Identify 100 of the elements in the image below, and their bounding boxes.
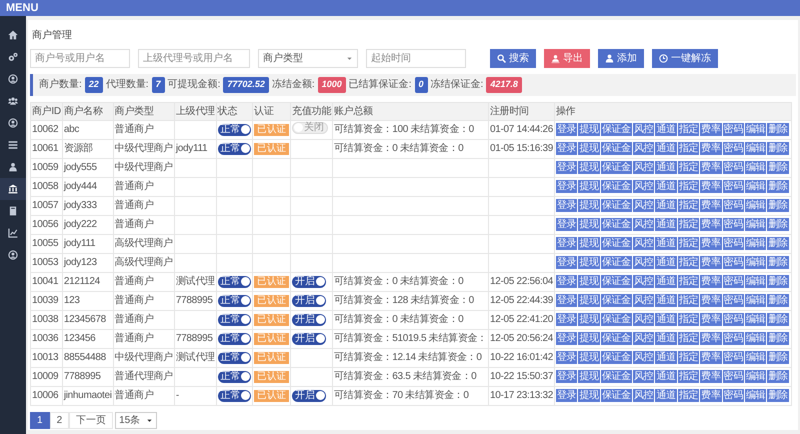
- action-button[interactable]: 登录: [556, 332, 578, 345]
- action-button[interactable]: 通道: [655, 237, 678, 250]
- sidebar-item[interactable]: [0, 178, 26, 200]
- action-button[interactable]: 删除: [767, 313, 790, 326]
- action-button[interactable]: 保证金: [600, 370, 633, 383]
- action-button[interactable]: 提现: [578, 275, 601, 288]
- action-button[interactable]: 编辑: [744, 332, 768, 345]
- status-toggle[interactable]: 正常: [218, 294, 252, 306]
- action-button[interactable]: 指定: [678, 389, 700, 402]
- action-button[interactable]: 保证金: [600, 142, 633, 155]
- action-button[interactable]: 费率: [700, 218, 723, 231]
- action-button[interactable]: 通道: [655, 218, 678, 231]
- recharge-toggle[interactable]: 开启: [292, 390, 326, 402]
- action-button[interactable]: 风控: [632, 237, 656, 250]
- action-button[interactable]: 风控: [632, 294, 656, 307]
- action-button[interactable]: 通道: [655, 275, 678, 288]
- action-button[interactable]: 费率: [700, 256, 723, 269]
- action-button[interactable]: 指定: [678, 218, 700, 231]
- action-button[interactable]: 删除: [767, 389, 790, 402]
- action-button[interactable]: 通道: [655, 123, 678, 136]
- action-button[interactable]: 登录: [556, 256, 578, 269]
- action-button[interactable]: 提现: [578, 370, 601, 383]
- action-button[interactable]: 登录: [556, 351, 578, 364]
- recharge-toggle[interactable]: 开启: [292, 314, 326, 326]
- status-toggle[interactable]: 正常: [218, 352, 252, 364]
- action-button[interactable]: 登录: [556, 389, 578, 402]
- action-button[interactable]: 保证金: [600, 275, 633, 288]
- action-button[interactable]: 密码: [722, 237, 745, 250]
- toolbar-button[interactable]: 一键解冻: [652, 49, 718, 68]
- input-field[interactable]: 上级代理号或用户名: [138, 49, 250, 68]
- select-field[interactable]: 商户类型: [258, 49, 358, 68]
- action-button[interactable]: 编辑: [744, 199, 768, 212]
- action-button[interactable]: 费率: [700, 237, 723, 250]
- action-button[interactable]: 编辑: [744, 389, 768, 402]
- action-button[interactable]: 保证金: [600, 218, 633, 231]
- action-button[interactable]: 删除: [767, 180, 790, 193]
- action-button[interactable]: 密码: [722, 142, 745, 155]
- action-button[interactable]: 提现: [578, 199, 601, 212]
- action-button[interactable]: 指定: [678, 332, 700, 345]
- action-button[interactable]: 提现: [578, 237, 601, 250]
- recharge-toggle[interactable]: 关闭: [292, 122, 328, 134]
- action-button[interactable]: 风控: [632, 199, 656, 212]
- action-button[interactable]: 密码: [722, 313, 745, 326]
- action-button[interactable]: 删除: [767, 351, 790, 364]
- action-button[interactable]: 保证金: [600, 161, 633, 174]
- action-button[interactable]: 指定: [678, 256, 700, 269]
- action-button[interactable]: 删除: [767, 275, 790, 288]
- action-button[interactable]: 费率: [700, 199, 723, 212]
- status-toggle[interactable]: 正常: [218, 332, 252, 344]
- action-button[interactable]: 通道: [655, 199, 678, 212]
- page-button[interactable]: 2: [50, 412, 70, 428]
- action-button[interactable]: 编辑: [744, 294, 768, 307]
- status-toggle[interactable]: 正常: [218, 276, 252, 288]
- action-button[interactable]: 保证金: [600, 389, 633, 402]
- action-button[interactable]: 提现: [578, 180, 601, 193]
- action-button[interactable]: 保证金: [600, 351, 633, 364]
- action-button[interactable]: 风控: [632, 370, 656, 383]
- action-button[interactable]: 指定: [678, 237, 700, 250]
- status-toggle[interactable]: 正常: [218, 124, 252, 136]
- action-button[interactable]: 提现: [578, 218, 601, 231]
- action-button[interactable]: 删除: [767, 161, 790, 174]
- action-button[interactable]: 费率: [700, 370, 723, 383]
- action-button[interactable]: 提现: [578, 161, 601, 174]
- status-toggle[interactable]: 正常: [218, 390, 252, 402]
- action-button[interactable]: 费率: [700, 180, 723, 193]
- action-button[interactable]: 编辑: [744, 275, 768, 288]
- action-button[interactable]: 删除: [767, 256, 790, 269]
- action-button[interactable]: 费率: [700, 123, 723, 136]
- action-button[interactable]: 风控: [632, 389, 656, 402]
- action-button[interactable]: 风控: [632, 351, 656, 364]
- action-button[interactable]: 费率: [700, 332, 723, 345]
- action-button[interactable]: 删除: [767, 294, 790, 307]
- recharge-toggle[interactable]: 开启: [292, 294, 326, 306]
- action-button[interactable]: 费率: [700, 142, 723, 155]
- status-toggle[interactable]: 正常: [218, 314, 252, 326]
- action-button[interactable]: 风控: [632, 218, 656, 231]
- action-button[interactable]: 风控: [632, 142, 656, 155]
- action-button[interactable]: 编辑: [744, 313, 768, 326]
- action-button[interactable]: 指定: [678, 313, 700, 326]
- action-button[interactable]: 指定: [678, 275, 700, 288]
- action-button[interactable]: 保证金: [600, 313, 633, 326]
- action-button[interactable]: 指定: [678, 123, 700, 136]
- action-button[interactable]: 指定: [678, 370, 700, 383]
- action-button[interactable]: 保证金: [600, 123, 633, 136]
- action-button[interactable]: 提现: [578, 142, 601, 155]
- action-button[interactable]: 保证金: [600, 256, 633, 269]
- action-button[interactable]: 提现: [578, 294, 601, 307]
- action-button[interactable]: 删除: [767, 218, 790, 231]
- action-button[interactable]: 删除: [767, 332, 790, 345]
- action-button[interactable]: 指定: [678, 180, 700, 193]
- action-button[interactable]: 密码: [722, 199, 745, 212]
- action-button[interactable]: 费率: [700, 313, 723, 326]
- action-button[interactable]: 密码: [722, 218, 745, 231]
- toolbar-button[interactable]: 添加: [598, 49, 644, 68]
- action-button[interactable]: 提现: [578, 351, 601, 364]
- action-button[interactable]: 登录: [556, 180, 578, 193]
- action-button[interactable]: 保证金: [600, 199, 633, 212]
- action-button[interactable]: 费率: [700, 275, 723, 288]
- action-button[interactable]: 登录: [556, 313, 578, 326]
- action-button[interactable]: 编辑: [744, 123, 768, 136]
